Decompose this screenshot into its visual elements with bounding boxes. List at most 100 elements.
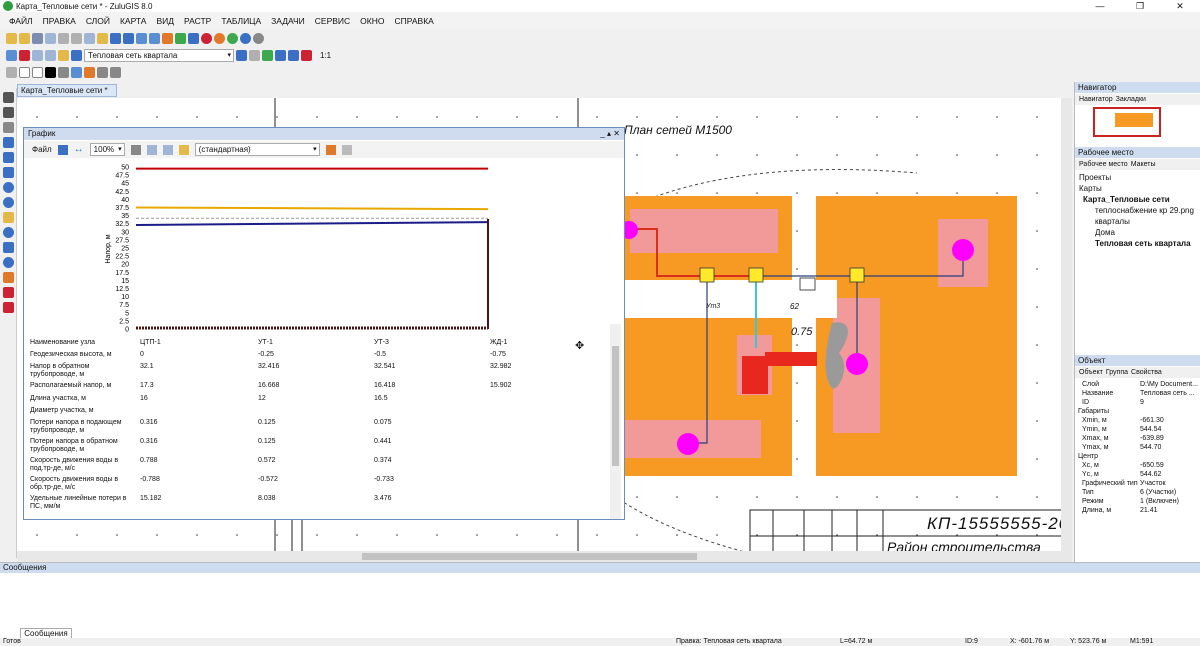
cut-icon[interactable]: [71, 32, 82, 44]
find-icon[interactable]: [262, 49, 273, 61]
tab-group[interactable]: Группа: [1106, 367, 1128, 378]
consumer-node[interactable]: [952, 239, 974, 261]
tree-houses[interactable]: Дома: [1079, 227, 1194, 238]
zoom-out-icon[interactable]: [3, 197, 14, 208]
tab-layouts[interactable]: Макеты: [1131, 159, 1156, 170]
table-view-icon[interactable]: [3, 167, 14, 178]
paste-icon[interactable]: [97, 32, 108, 44]
map-icon[interactable]: [162, 32, 173, 44]
property-row[interactable]: Режим 1 (Включен): [1078, 497, 1198, 506]
graph-window-controls[interactable]: _ ▴ ✕: [600, 128, 620, 140]
open-icon[interactable]: [19, 32, 30, 44]
node-ut3[interactable]: [748, 267, 764, 283]
property-row[interactable]: Ymin, м 544.54: [1078, 425, 1198, 434]
line-icon[interactable]: [6, 66, 17, 78]
back-icon[interactable]: [275, 49, 286, 61]
menu-layer[interactable]: СЛОЙ: [81, 16, 115, 26]
arrow-icon[interactable]: [45, 66, 56, 78]
pen-icon[interactable]: [236, 49, 247, 61]
maximize-button[interactable]: ❐: [1120, 0, 1160, 12]
layer-open-icon[interactable]: [58, 49, 69, 61]
tree-map[interactable]: Карта_Тепловые сети: [1079, 194, 1194, 205]
layer-props-icon[interactable]: [32, 49, 43, 61]
tree-projects[interactable]: Проекты: [1079, 172, 1194, 183]
property-row[interactable]: Длина, м 21.41: [1078, 506, 1198, 515]
save-icon[interactable]: [32, 32, 43, 44]
fill-icon[interactable]: [32, 66, 43, 78]
scale-icon[interactable]: [110, 66, 121, 78]
layer-select[interactable]: Тепловая сеть квартала: [84, 48, 234, 62]
property-row[interactable]: Слой D:\My Document...: [1078, 380, 1198, 389]
graph-export-icon[interactable]: [325, 144, 336, 155]
node-ut4[interactable]: [849, 267, 865, 283]
tab-properties[interactable]: Свойства: [1131, 367, 1162, 378]
tab-navigator[interactable]: Навигатор: [1079, 94, 1113, 105]
zoom-in-icon[interactable]: [3, 182, 14, 193]
tab-workspace[interactable]: Рабочее место: [1079, 159, 1128, 170]
menu-raster[interactable]: РАСТР: [179, 16, 216, 26]
task3-icon[interactable]: [227, 32, 238, 44]
menu-edit[interactable]: ПРАВКА: [38, 16, 81, 26]
tree-heat-network[interactable]: Тепловая сеть квартала: [1079, 238, 1194, 249]
menu-view[interactable]: ВИД: [151, 16, 179, 26]
property-row[interactable]: Xmax, м -639.89: [1078, 434, 1198, 443]
about-icon[interactable]: [3, 227, 14, 238]
map-vertical-scrollbar[interactable]: [1061, 98, 1072, 551]
property-row[interactable]: Тип 6 (Участки): [1078, 488, 1198, 497]
document-tab[interactable]: Карта_Тепловые сети *: [17, 84, 117, 97]
refresh-icon[interactable]: [175, 32, 186, 44]
table-icon[interactable]: [149, 32, 160, 44]
forward-icon[interactable]: [288, 49, 299, 61]
graph-file-menu[interactable]: Файл: [32, 145, 52, 154]
snap-icon[interactable]: [84, 66, 95, 78]
menu-map[interactable]: КАРТА: [115, 16, 152, 26]
minimize-button[interactable]: —: [1080, 0, 1120, 12]
scale-label[interactable]: 1:1: [320, 51, 331, 60]
measure-icon[interactable]: [3, 152, 14, 163]
select-icon[interactable]: [58, 66, 69, 78]
property-row[interactable]: Xc, м -650.59: [1078, 461, 1198, 470]
flow-icon[interactable]: [3, 272, 14, 283]
property-row[interactable]: Yc, м 544.62: [1078, 470, 1198, 479]
layers-icon[interactable]: [136, 32, 147, 44]
graph-copy-icon[interactable]: [162, 144, 173, 155]
preview-icon[interactable]: [58, 32, 69, 44]
layer-icon[interactable]: [6, 49, 17, 61]
menu-service[interactable]: СЕРВИС: [310, 16, 355, 26]
delete-icon[interactable]: [19, 49, 30, 61]
select-rect-icon[interactable]: [3, 107, 14, 118]
tab-object[interactable]: Объект: [1079, 367, 1103, 378]
path-icon[interactable]: [3, 302, 14, 313]
tree-maps[interactable]: Карты: [1079, 183, 1194, 194]
info-icon[interactable]: [3, 137, 14, 148]
print-icon[interactable]: [45, 32, 56, 44]
graph-zoom-select[interactable]: 100%: [89, 143, 125, 156]
graph-close-icon[interactable]: [341, 144, 352, 155]
consumer-node[interactable]: [846, 353, 868, 375]
graph-preview-icon[interactable]: [146, 144, 157, 155]
property-row[interactable]: Габариты: [1078, 407, 1198, 416]
rect-icon[interactable]: [19, 66, 30, 78]
menu-table[interactable]: ТАБЛИЦА: [216, 16, 266, 26]
copy-icon[interactable]: [84, 32, 95, 44]
undo-icon[interactable]: [110, 32, 121, 44]
rotate-icon[interactable]: [97, 66, 108, 78]
help-icon[interactable]: [188, 32, 199, 44]
filter-icon[interactable]: [3, 287, 14, 298]
layer-list-icon[interactable]: [45, 49, 56, 61]
map-horizontal-scrollbar[interactable]: [17, 551, 1072, 562]
fit-width-icon[interactable]: ↔: [74, 144, 84, 155]
layer-edit-icon[interactable]: [71, 49, 82, 61]
network-icon[interactable]: [3, 242, 14, 253]
task2-icon[interactable]: [214, 32, 225, 44]
graph-scrollbar[interactable]: [610, 324, 621, 519]
redo-icon[interactable]: [123, 32, 134, 44]
task4-icon[interactable]: [240, 32, 251, 44]
tab-bookmarks[interactable]: Закладки: [1116, 94, 1146, 105]
graph-style-select[interactable]: (стандартная): [194, 143, 320, 156]
navigator-preview[interactable]: [1093, 107, 1161, 137]
property-row[interactable]: Графический тип Участок: [1078, 479, 1198, 488]
trace-icon[interactable]: [3, 257, 14, 268]
node-ut1[interactable]: [699, 267, 715, 283]
task-icon[interactable]: [201, 32, 212, 44]
